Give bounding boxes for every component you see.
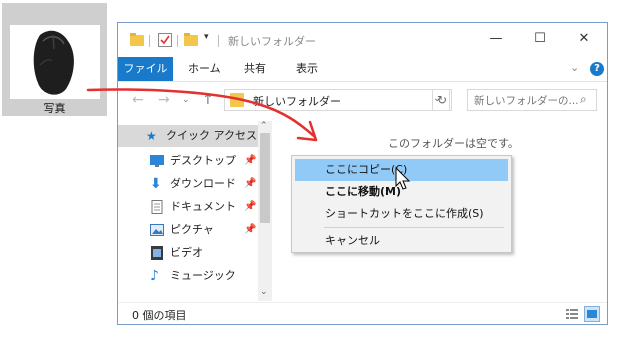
menu-item-move-here[interactable]: ここに移動(M) [295,181,508,203]
menu-separator [324,227,504,228]
drag-drop-context-menu: ここにコピー(C) ここに移動(M) ショートカットをここに作成(S) キャンセ… [291,155,512,253]
menu-item-create-shortcut[interactable]: ショートカットをここに作成(S) [295,203,508,225]
menu-item-cancel[interactable]: キャンセル [295,230,508,252]
menu-item-copy-here[interactable]: ここにコピー(C) [295,159,508,181]
